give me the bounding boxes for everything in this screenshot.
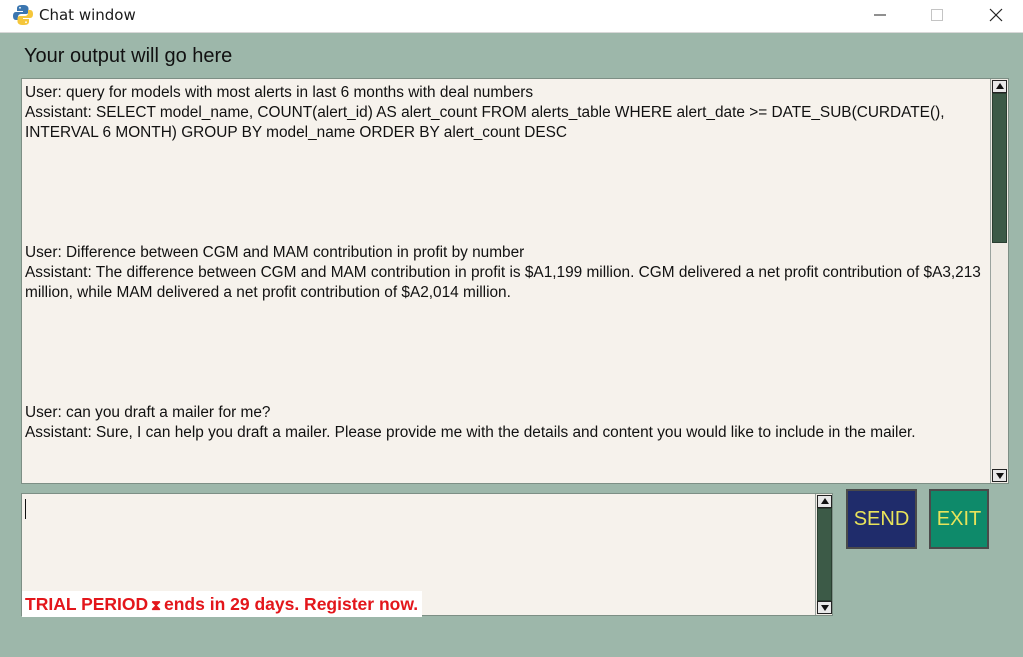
- output-scroll-thumb[interactable]: [992, 93, 1007, 243]
- chat-transcript: User: query for models with most alerts …: [25, 83, 985, 443]
- hourglass-icon: ⧗: [151, 597, 161, 613]
- assistant-message: Assistant: The difference between CGM an…: [25, 264, 981, 301]
- user-message: User: Difference between CGM and MAM con…: [25, 244, 525, 261]
- maximize-button[interactable]: [914, 0, 960, 30]
- trial-prefix: TRIAL PERIOD: [25, 594, 149, 614]
- assistant-message: Assistant: Sure, I can help you draft a …: [25, 424, 916, 441]
- maximize-icon: [931, 9, 943, 21]
- close-button[interactable]: [973, 0, 1019, 30]
- send-button[interactable]: SEND: [846, 489, 917, 549]
- scroll-down-arrow-icon[interactable]: [992, 469, 1007, 482]
- output-label: Your output will go here: [24, 45, 233, 67]
- close-icon: [989, 8, 1003, 22]
- trial-banner[interactable]: TRIAL PERIOD ⧗ ends in 29 days. Register n…: [22, 591, 423, 617]
- minimize-button[interactable]: [857, 0, 903, 30]
- title-bar: Chat window: [0, 0, 1023, 33]
- input-scroll-thumb[interactable]: [817, 508, 832, 601]
- window-title: Chat window: [39, 6, 136, 24]
- user-message: User: can you draft a mailer for me?: [25, 404, 271, 421]
- python-app-icon: [13, 4, 33, 26]
- scroll-up-arrow-icon[interactable]: [817, 495, 832, 508]
- output-scrollbar[interactable]: [990, 79, 1008, 483]
- scroll-down-arrow-icon[interactable]: [817, 601, 832, 614]
- chat-window-body: Your output will go here User: query for…: [0, 33, 1023, 657]
- assistant-message: Assistant: SELECT model_name, COUNT(aler…: [25, 104, 945, 141]
- input-scrollbar[interactable]: [815, 494, 832, 615]
- user-message: User: query for models with most alerts …: [25, 84, 534, 101]
- scroll-up-arrow-icon[interactable]: [992, 80, 1007, 93]
- exit-button[interactable]: EXIT: [929, 489, 989, 549]
- output-panel[interactable]: User: query for models with most alerts …: [21, 78, 1009, 484]
- trial-suffix: ends in 29 days. Register now.: [164, 594, 419, 614]
- minimize-icon: [874, 14, 886, 16]
